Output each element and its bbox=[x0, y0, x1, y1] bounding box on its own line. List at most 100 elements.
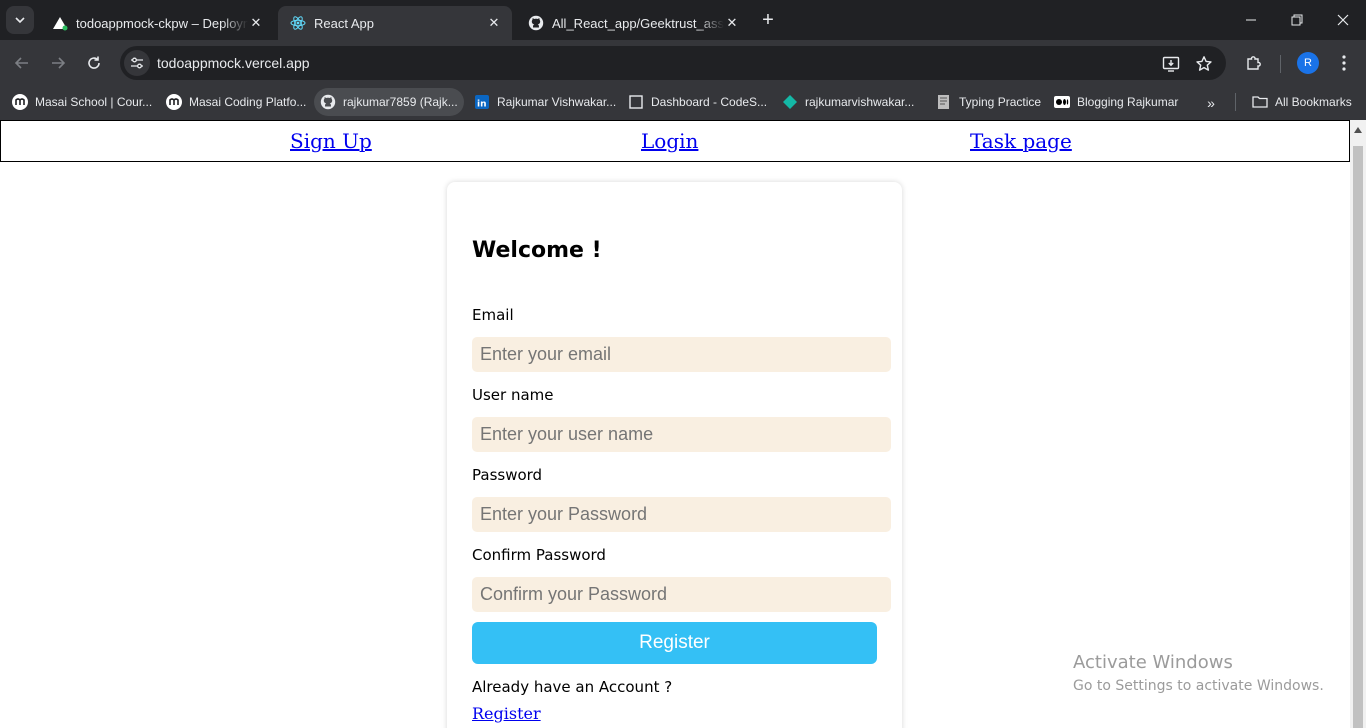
register-link[interactable]: Register bbox=[472, 704, 541, 723]
github-icon bbox=[528, 15, 544, 31]
signup-card: Welcome ! Email User name Password Confi… bbox=[447, 182, 902, 728]
linkedin-icon: in bbox=[474, 94, 490, 110]
confirm-password-label: Confirm Password bbox=[472, 546, 606, 564]
triangle-up-icon bbox=[1354, 127, 1362, 133]
reload-button[interactable] bbox=[80, 49, 108, 77]
bookmarks-divider bbox=[1235, 93, 1236, 111]
tab-title: All_React_app/Geektrust_assignment bbox=[552, 15, 724, 31]
vercel-triangle-icon bbox=[52, 15, 68, 31]
scroll-up-button[interactable] bbox=[1350, 123, 1366, 137]
email-field[interactable] bbox=[472, 337, 891, 372]
card-title: Welcome ! bbox=[472, 238, 602, 263]
watermark-title: Activate Windows bbox=[1073, 652, 1233, 673]
all-bookmarks-button[interactable]: All Bookmarks bbox=[1246, 88, 1358, 116]
nav-link-login[interactable]: Login bbox=[641, 129, 698, 153]
bookmark-label: Rajkumar Vishwakar... bbox=[497, 95, 617, 109]
address-bar[interactable]: todoappmock.vercel.app bbox=[120, 46, 1226, 80]
toolbar-divider bbox=[1280, 55, 1281, 73]
bookmark-masai-coding[interactable]: Masai Coding Platfo... bbox=[160, 88, 312, 116]
tab-github[interactable]: All_React_app/Geektrust_assignment ✕ bbox=[516, 6, 750, 40]
vertical-scrollbar[interactable] bbox=[1350, 120, 1366, 728]
bookmark-label: rajkumarvishwakar... bbox=[805, 95, 915, 109]
bookmarks-bar: Masai School | Cour... Masai Coding Plat… bbox=[0, 86, 1366, 120]
confirm-password-field[interactable] bbox=[472, 577, 891, 612]
github-icon bbox=[320, 94, 336, 110]
bookmark-label: rajkumar7859 (Rajk... bbox=[343, 95, 458, 109]
install-app-button[interactable] bbox=[1161, 54, 1181, 74]
minimize-button[interactable] bbox=[1228, 0, 1274, 40]
reload-icon bbox=[88, 56, 100, 69]
bookmark-label: Masai School | Cour... bbox=[35, 95, 153, 109]
scrollbar-thumb[interactable] bbox=[1353, 146, 1363, 728]
url-text[interactable]: todoappmock.vercel.app bbox=[157, 55, 310, 71]
top-navigation: Sign Up Login Task page bbox=[0, 120, 1350, 162]
forward-button[interactable] bbox=[44, 49, 72, 77]
tab-title: todoappmock-ckpw – Deployment bbox=[76, 15, 248, 31]
plus-icon: + bbox=[762, 8, 774, 31]
page-icon bbox=[628, 94, 644, 110]
svg-text:in: in bbox=[477, 100, 487, 110]
tab-search-button[interactable] bbox=[6, 6, 34, 34]
folder-icon bbox=[1252, 94, 1268, 110]
password-label: Password bbox=[472, 466, 543, 484]
back-button[interactable] bbox=[8, 49, 36, 77]
star-icon bbox=[1196, 56, 1212, 71]
bookmark-label: Masai Coding Platfo... bbox=[189, 95, 307, 109]
bookmark-blogging[interactable]: Blogging Rajkumar bbox=[1048, 88, 1184, 116]
restore-button[interactable] bbox=[1274, 0, 1320, 40]
bookmark-label: Dashboard - CodeS... bbox=[651, 95, 768, 109]
bookmark-linkedin[interactable]: in Rajkumar Vishwakar... bbox=[468, 88, 622, 116]
tab-title: React App bbox=[314, 15, 374, 31]
already-have-account-text: Already have an Account ? bbox=[472, 678, 673, 696]
new-tab-button[interactable]: + bbox=[756, 8, 780, 32]
chevron-down-icon bbox=[15, 17, 25, 24]
tune-icon bbox=[131, 57, 143, 69]
site-info-button[interactable] bbox=[124, 50, 150, 76]
bookmark-codesignal[interactable]: Dashboard - CodeS... bbox=[622, 88, 773, 116]
bookmark-label: All Bookmarks bbox=[1275, 95, 1352, 109]
browser-toolbar: todoappmock.vercel.app R bbox=[0, 40, 1366, 86]
react-atom-icon bbox=[290, 15, 306, 31]
restore-icon bbox=[1291, 14, 1303, 26]
close-icon[interactable]: ✕ bbox=[486, 15, 502, 31]
bookmarks-overflow-button[interactable]: » bbox=[1200, 92, 1222, 114]
bookmark-label: Blogging Rajkumar bbox=[1077, 95, 1179, 109]
medium-icon bbox=[1054, 94, 1070, 110]
tab-deployment[interactable]: todoappmock-ckpw – Deployment ✕ bbox=[40, 6, 274, 40]
profile-avatar[interactable]: R bbox=[1297, 52, 1319, 74]
diamond-icon bbox=[782, 94, 798, 110]
arrow-left-icon bbox=[14, 57, 28, 69]
tab-react-app[interactable]: React App ✕ bbox=[278, 6, 512, 40]
close-icon[interactable]: ✕ bbox=[724, 15, 740, 31]
puzzle-icon bbox=[1247, 56, 1261, 70]
nav-link-task-page[interactable]: Task page bbox=[970, 129, 1072, 153]
close-icon[interactable]: ✕ bbox=[248, 15, 264, 31]
register-button[interactable]: Register bbox=[472, 622, 877, 664]
minimize-icon bbox=[1246, 19, 1256, 21]
tab-strip: todoappmock-ckpw – Deployment ✕ React Ap… bbox=[0, 0, 1366, 40]
watermark-subtitle: Go to Settings to activate Windows. bbox=[1073, 678, 1324, 694]
bookmark-masai-school[interactable]: Masai School | Cour... bbox=[6, 88, 158, 116]
arrow-right-icon bbox=[52, 57, 66, 69]
menu-button[interactable] bbox=[1330, 49, 1358, 77]
bookmark-github-profile[interactable]: rajkumar7859 (Rajk... bbox=[314, 88, 464, 116]
double-chevron-right-icon: » bbox=[1207, 95, 1215, 111]
nav-link-signup[interactable]: Sign Up bbox=[290, 129, 372, 153]
install-icon bbox=[1162, 56, 1180, 72]
page-viewport: Sign Up Login Task page Welcome ! Email … bbox=[0, 120, 1350, 728]
username-field[interactable] bbox=[472, 417, 891, 452]
masai-icon bbox=[166, 94, 182, 110]
kebab-menu-icon bbox=[1342, 55, 1346, 71]
bookmark-typing-practice[interactable]: Typing Practice bbox=[930, 88, 1047, 116]
bookmark-star-button[interactable] bbox=[1194, 54, 1214, 74]
password-field[interactable] bbox=[472, 497, 891, 532]
extensions-button[interactable] bbox=[1240, 49, 1268, 77]
activate-windows-watermark: Activate Windows Go to Settings to activ… bbox=[1073, 652, 1324, 694]
close-window-button[interactable] bbox=[1320, 0, 1366, 40]
bookmark-label: Typing Practice bbox=[959, 95, 1042, 109]
close-icon bbox=[1337, 14, 1349, 26]
masai-icon bbox=[12, 94, 28, 110]
bookmark-portfolio[interactable]: rajkumarvishwakar... bbox=[776, 88, 920, 116]
typing-icon bbox=[936, 94, 952, 110]
email-label: Email bbox=[472, 306, 514, 324]
